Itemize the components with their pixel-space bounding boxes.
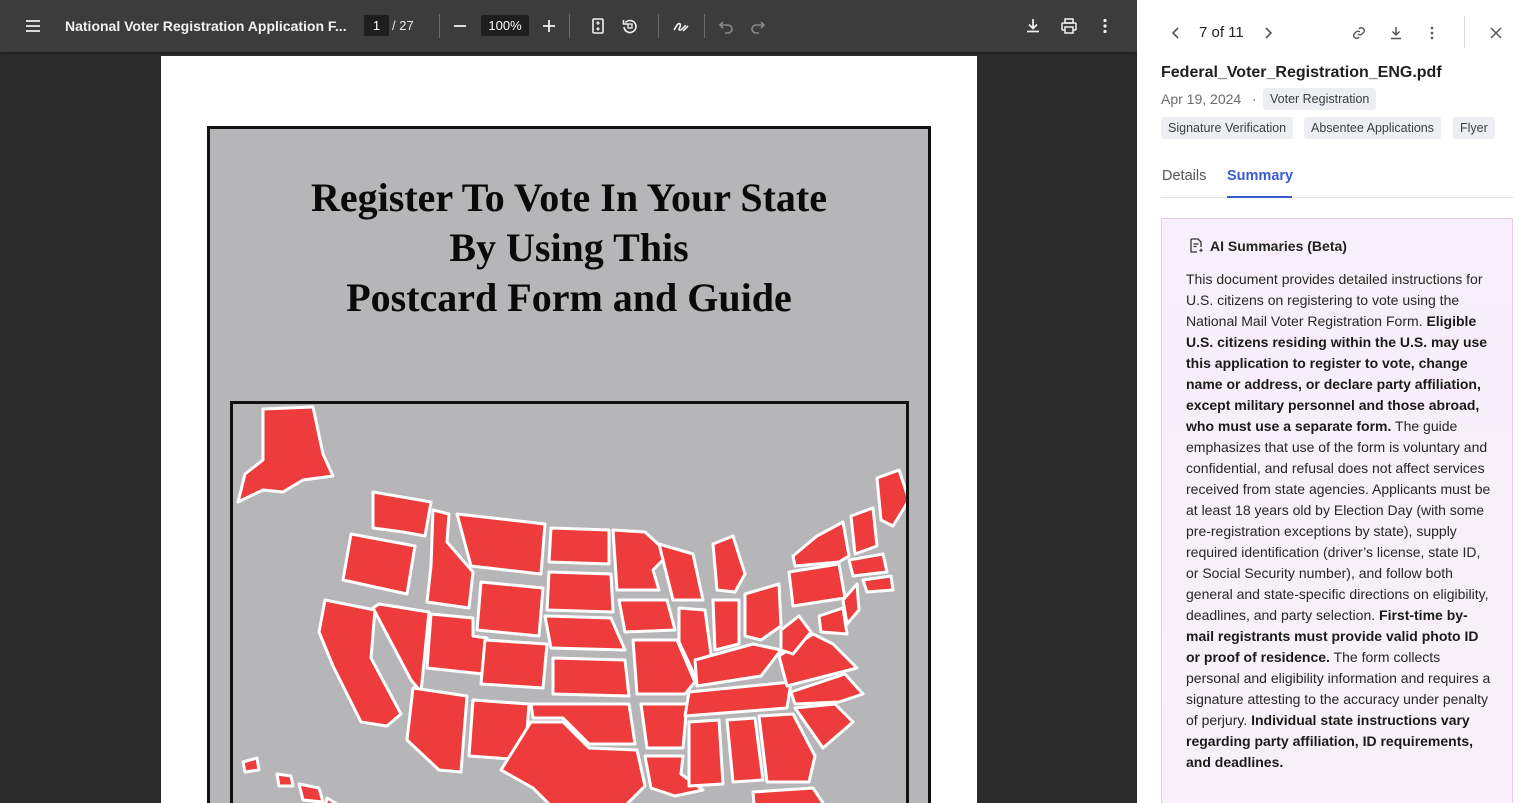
flyer-title-line-3: Postcard Form and Guide <box>346 275 792 320</box>
page-total: / 27 <box>392 18 414 33</box>
annotate-icon[interactable] <box>665 10 697 42</box>
rotate-icon[interactable] <box>614 10 646 42</box>
toolbar-divider <box>658 14 659 38</box>
print-icon[interactable] <box>1053 10 1085 42</box>
flyer-title-line-1: Register To Vote In Your State <box>311 175 827 220</box>
toolbar-divider <box>439 14 440 38</box>
document-filename: Federal_Voter_Registration_ENG.pdf <box>1161 64 1442 81</box>
undo-icon[interactable] <box>710 10 742 42</box>
ai-summary-text: This document provides detailed instruct… <box>1186 269 1492 773</box>
flyer-title: Register To Vote In Your State By Using … <box>210 173 928 323</box>
pdf-page: Register To Vote In Your State By Using … <box>161 56 977 803</box>
chevron-left-icon <box>1171 27 1179 39</box>
panel-divider <box>1464 16 1465 48</box>
tag-flyer[interactable]: Flyer <box>1453 117 1495 139</box>
active-tab-indicator <box>1227 196 1292 198</box>
meta-separator: · <box>1252 91 1257 107</box>
download-icon <box>1391 27 1401 40</box>
flyer-box: Register To Vote In Your State By Using … <box>207 126 931 803</box>
fit-page-icon[interactable] <box>582 10 614 42</box>
panel-tabs: Details Summary <box>1161 160 1513 198</box>
panel-more-button[interactable] <box>1421 20 1443 46</box>
summary-text-2: The guide emphasizes that use of the for… <box>1186 418 1491 623</box>
pdf-toolbar: National Voter Registration Application … <box>0 0 1137 52</box>
next-document-button[interactable] <box>1257 20 1279 46</box>
flyer-title-line-2: By Using This <box>449 225 689 270</box>
zoom-out-icon[interactable] <box>444 10 476 42</box>
document-info-panel: 7 of 11 Federal_Voter_Registration_ENG.p… <box>1137 0 1537 803</box>
ai-summary-heading: AI Summaries (Beta) <box>1188 237 1347 254</box>
page-number-input[interactable] <box>364 15 389 36</box>
tab-summary[interactable]: Summary <box>1227 168 1293 184</box>
more-vertical-icon[interactable] <box>1089 10 1121 42</box>
tag-absentee-applications[interactable]: Absentee Applications <box>1304 117 1442 139</box>
ai-document-icon <box>1190 238 1204 253</box>
close-icon <box>1490 27 1502 39</box>
link-icon <box>1353 27 1365 39</box>
ai-summary-card: AI Summaries (Beta) This document provid… <box>1161 218 1513 803</box>
document-date: Apr 19, 2024 <box>1161 91 1242 107</box>
tab-details[interactable]: Details <box>1162 168 1206 184</box>
document-title: National Voter Registration Application … <box>65 18 347 34</box>
summary-highlight-1: Eligible U.S. citizens residing within t… <box>1186 313 1488 434</box>
zoom-in-icon[interactable] <box>533 10 565 42</box>
zoom-input[interactable] <box>481 15 529 36</box>
tag-signature-verification[interactable]: Signature Verification <box>1161 117 1294 139</box>
copy-link-button[interactable] <box>1348 20 1370 46</box>
more-vertical-icon <box>1430 26 1434 40</box>
toolbar-divider <box>704 14 705 38</box>
us-map-image <box>236 405 906 803</box>
pdf-viewer: National Voter Registration Application … <box>0 0 1137 803</box>
ai-summary-title: AI Summaries (Beta) <box>1210 237 1347 254</box>
tag-voter-registration[interactable]: Voter Registration <box>1263 88 1377 110</box>
download-icon[interactable] <box>1017 10 1049 42</box>
panel-download-button[interactable] <box>1385 20 1407 46</box>
close-panel-button[interactable] <box>1485 20 1507 46</box>
document-counter: 7 of 11 <box>1199 24 1244 41</box>
us-map-frame <box>230 401 909 803</box>
chevron-right-icon <box>1265 27 1273 39</box>
menu-icon[interactable] <box>17 10 49 42</box>
redo-icon[interactable] <box>742 10 774 42</box>
toolbar-divider <box>569 14 570 38</box>
prev-document-button[interactable] <box>1165 20 1187 46</box>
